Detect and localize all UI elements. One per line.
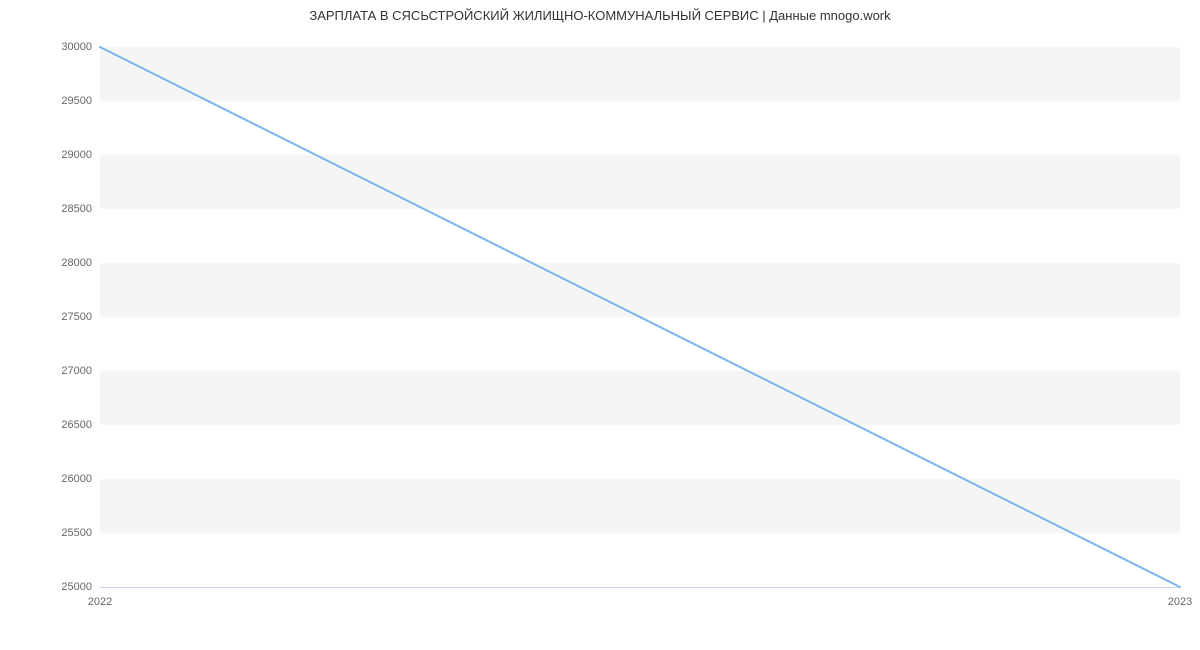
x-tick-label: 2022 [88,596,112,608]
plot-area [100,47,1180,588]
y-tick-label: 28000 [32,257,92,269]
y-tick-label: 27000 [32,365,92,377]
y-tick-label: 26000 [32,473,92,485]
y-tick-label: 25500 [32,527,92,539]
y-tick-label: 29000 [32,149,92,161]
x-tick-label: 2023 [1168,596,1192,608]
y-tick-label: 26500 [32,419,92,431]
y-tick-label: 27500 [32,311,92,323]
y-tick-label: 28500 [32,203,92,215]
chart-container: ЗАРПЛАТА В СЯСЬСТРОЙСКИЙ ЖИЛИЩНО-КОММУНА… [0,0,1200,650]
y-tick-label: 29500 [32,95,92,107]
line-series [100,47,1180,587]
chart-title: ЗАРПЛАТА В СЯСЬСТРОЙСКИЙ ЖИЛИЩНО-КОММУНА… [0,8,1200,23]
y-tick-label: 30000 [32,41,92,53]
y-tick-label: 25000 [32,581,92,593]
